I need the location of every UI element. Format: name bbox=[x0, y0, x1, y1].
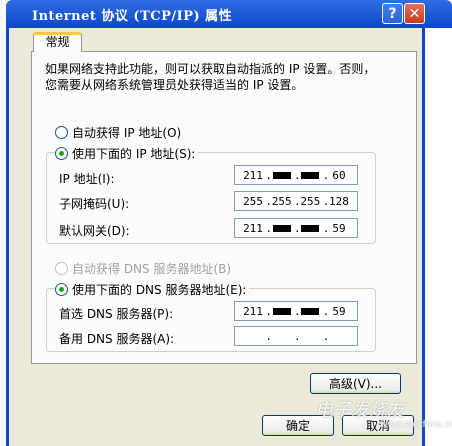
ip-dot: . bbox=[293, 221, 301, 235]
radio-auto-ip[interactable]: 自动获得 IP 地址(O) bbox=[55, 124, 181, 141]
ip-dot: . bbox=[265, 168, 272, 182]
dns-octet-2-masked bbox=[272, 307, 291, 315]
ip-address-input[interactable]: 211 . . . 60 bbox=[234, 165, 358, 185]
gateway-octet-4: 59 bbox=[332, 221, 346, 235]
advanced-button[interactable]: 高级(V)... bbox=[310, 373, 401, 394]
mask-octet-1: 255 bbox=[243, 194, 263, 208]
subnet-mask-input[interactable]: 255 . 255 . 255 . 128 bbox=[234, 191, 358, 211]
ip-dot: . bbox=[265, 329, 272, 343]
ip-dot: . bbox=[293, 329, 301, 343]
help-icon: ? bbox=[388, 5, 397, 22]
subnet-mask-label: 子网掩码(U): bbox=[59, 197, 130, 211]
radio-manual-ip-icon[interactable] bbox=[55, 147, 68, 160]
ip-octet-1: 211 bbox=[243, 168, 263, 182]
gateway-octet-1: 211 bbox=[243, 221, 263, 235]
mask-octet-4: 128 bbox=[329, 194, 349, 208]
watermark-logo: 电子发烧友 bbox=[315, 400, 405, 421]
intro-text: 如果网络支持此功能，则可以获取自动指派的 IP 设置。否则， 您需要从网络系统管… bbox=[45, 61, 395, 93]
radio-auto-dns-label: 自动获得 DNS 服务器地址(B) bbox=[72, 262, 232, 276]
alternate-dns-label: 备用 DNS 服务器(A): bbox=[59, 332, 175, 346]
ip-octet-4: 60 bbox=[332, 168, 346, 182]
radio-auto-ip-label: 自动获得 IP 地址(O) bbox=[72, 126, 182, 140]
radio-auto-ip-icon[interactable] bbox=[55, 126, 68, 139]
ip-dot: . bbox=[322, 329, 330, 343]
ip-octet-3-masked bbox=[301, 171, 320, 179]
ip-dot: . bbox=[293, 304, 301, 318]
ip-dot: . bbox=[265, 304, 272, 318]
radio-auto-dns-icon bbox=[55, 262, 68, 275]
preferred-dns-input[interactable]: 211 . . . 59 bbox=[234, 301, 358, 321]
close-icon: ✕ bbox=[408, 5, 421, 22]
window-title: Internet 协议 (TCP/IP) 属性 bbox=[32, 9, 233, 24]
ip-octet-2-masked bbox=[272, 171, 291, 179]
tab-general[interactable]: 常规 bbox=[33, 32, 82, 52]
dns-octet-1: 211 bbox=[243, 304, 263, 318]
help-button[interactable]: ? bbox=[382, 3, 403, 24]
gateway-octet-3-masked bbox=[301, 224, 320, 232]
intro-line-1: 如果网络支持此功能，则可以获取自动指派的 IP 设置。否则， bbox=[45, 62, 376, 76]
gateway-label: 默认网关(D): bbox=[59, 224, 130, 238]
dns-octet-3-masked bbox=[301, 307, 320, 315]
radio-auto-dns: 自动获得 DNS 服务器地址(B) bbox=[55, 260, 231, 277]
gateway-input[interactable]: 211 . . . 59 bbox=[234, 218, 358, 238]
radio-manual-dns-label: 使用下面的 DNS 服务器地址(E): bbox=[72, 283, 247, 297]
close-button[interactable]: ✕ bbox=[404, 3, 425, 24]
radio-manual-ip-label: 使用下面的 IP 地址(S): bbox=[72, 147, 196, 161]
ip-dot: . bbox=[265, 221, 272, 235]
gateway-octet-2-masked bbox=[272, 224, 291, 232]
intro-line-2: 您需要从网络系统管理员处获得适当的 IP 设置。 bbox=[45, 78, 304, 92]
preferred-dns-label: 首选 DNS 服务器(P): bbox=[59, 307, 174, 321]
window-titlebar[interactable]: Internet 协议 (TCP/IP) 属性 ? ✕ bbox=[6, 0, 452, 28]
ip-dot: . bbox=[293, 168, 301, 182]
ip-address-label: IP 地址(I): bbox=[59, 172, 115, 186]
mask-octet-2: 255 bbox=[271, 194, 292, 208]
alternate-dns-input[interactable]: . . . bbox=[234, 326, 358, 346]
dns-octet-4: 59 bbox=[332, 304, 346, 318]
watermark-url: www.elecfans.com bbox=[380, 420, 452, 430]
radio-manual-dns-icon[interactable] bbox=[55, 283, 68, 296]
radio-manual-ip[interactable]: 使用下面的 IP 地址(S): bbox=[55, 145, 199, 162]
mask-octet-3: 255 bbox=[300, 194, 321, 208]
radio-manual-dns[interactable]: 使用下面的 DNS 服务器地址(E): bbox=[55, 281, 250, 298]
